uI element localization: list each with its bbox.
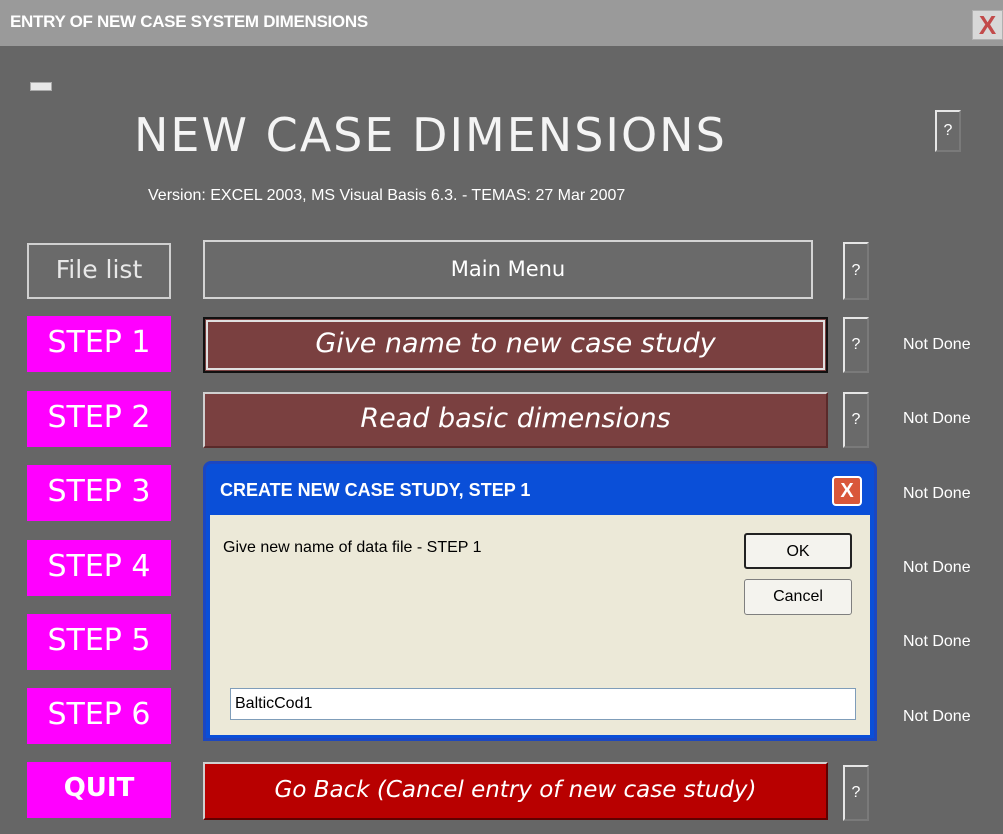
dialog-close-button[interactable]: X [832, 476, 862, 506]
step-6-status: Not Done [903, 708, 971, 725]
cancel-button[interactable]: Cancel [744, 579, 852, 615]
dialog-title: CREATE NEW CASE STUDY, STEP 1 [220, 480, 531, 500]
step-2-status: Not Done [903, 410, 971, 427]
window-title: ENTRY OF NEW CASE SYSTEM DIMENSIONS [10, 12, 368, 31]
title-help-button[interactable]: ? [935, 110, 961, 152]
step-5-status: Not Done [903, 633, 971, 650]
step-2-help-button[interactable]: ? [843, 392, 869, 448]
file-name-input[interactable] [230, 688, 856, 720]
go-back-button[interactable]: Go Back (Cancel entry of new case study) [203, 762, 828, 820]
step-2-button[interactable]: STEP 2 [27, 391, 171, 447]
go-back-help-button[interactable]: ? [843, 765, 869, 821]
create-case-dialog: CREATE NEW CASE STUDY, STEP 1 X Give new… [203, 461, 877, 741]
give-name-button[interactable]: Give name to new case study [203, 317, 828, 373]
step-6-button[interactable]: STEP 6 [27, 688, 171, 744]
dialog-prompt: Give new name of data file - STEP 1 [223, 539, 482, 556]
step-4-button[interactable]: STEP 4 [27, 540, 171, 596]
ok-button[interactable]: OK [744, 533, 852, 569]
step-4-status: Not Done [903, 559, 971, 576]
step-5-button[interactable]: STEP 5 [27, 614, 171, 670]
window-titlebar: ENTRY OF NEW CASE SYSTEM DIMENSIONS [0, 0, 1003, 46]
step-3-button[interactable]: STEP 3 [27, 465, 171, 521]
page-title: NEW CASE DIMENSIONS [134, 108, 727, 162]
step-1-status: Not Done [903, 336, 971, 353]
quit-button[interactable]: QUIT [27, 762, 171, 818]
minimize-handle[interactable] [30, 82, 52, 91]
step-1-help-button[interactable]: ? [843, 317, 869, 373]
main-menu-help-button[interactable]: ? [843, 242, 869, 300]
step-3-status: Not Done [903, 485, 971, 502]
read-dimensions-button[interactable]: Read basic dimensions [203, 392, 828, 448]
window-close-button[interactable]: X [972, 10, 1003, 40]
dialog-body: Give new name of data file - STEP 1 OK C… [210, 515, 870, 735]
main-menu-button[interactable]: Main Menu [203, 240, 813, 299]
version-text: Version: EXCEL 2003, MS Visual Basis 6.3… [148, 187, 626, 204]
file-list-button[interactable]: File list [27, 243, 171, 299]
step-1-button[interactable]: STEP 1 [27, 316, 171, 372]
